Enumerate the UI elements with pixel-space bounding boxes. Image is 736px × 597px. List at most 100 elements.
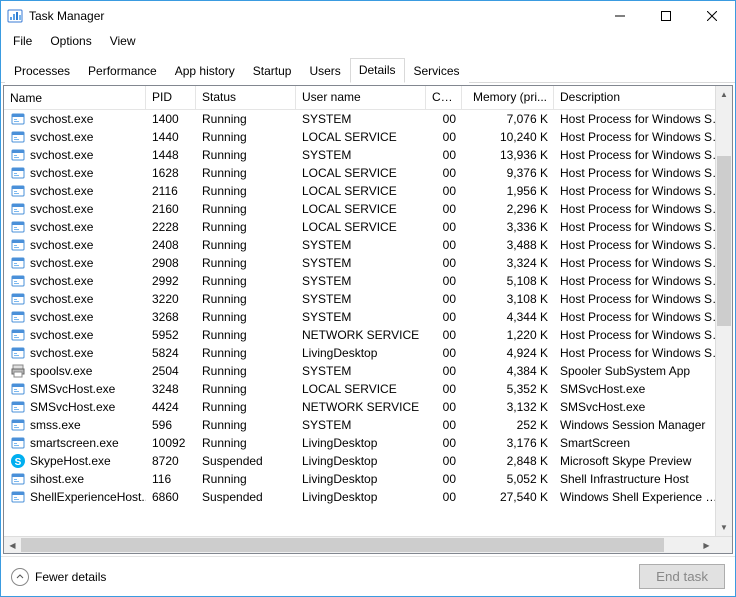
details-grid: Name PID Status User name CPU Memory (pr…	[4, 86, 732, 536]
header-name[interactable]: Name	[4, 86, 146, 109]
table-row[interactable]: svchost.exe2228RunningLOCAL SERVICE003,3…	[4, 218, 732, 236]
menu-view[interactable]: View	[102, 32, 144, 50]
process-user: SYSTEM	[296, 147, 426, 163]
header-memory[interactable]: Memory (pri...	[462, 86, 554, 109]
process-name: svchost.exe	[30, 310, 93, 324]
process-icon	[10, 291, 26, 307]
process-memory: 2,296 K	[462, 201, 554, 217]
table-row[interactable]: smss.exe596RunningSYSTEM00252 KWindows S…	[4, 416, 732, 434]
table-row[interactable]: SSkypeHost.exe8720SuspendedLivingDesktop…	[4, 452, 732, 470]
tab-startup[interactable]: Startup	[244, 59, 301, 83]
table-row[interactable]: svchost.exe3268RunningSYSTEM004,344 KHos…	[4, 308, 732, 326]
scroll-up-icon[interactable]: ▲	[716, 86, 732, 103]
process-icon	[10, 201, 26, 217]
process-user: SYSTEM	[296, 273, 426, 289]
fewer-details-label: Fewer details	[35, 570, 106, 584]
process-description: Host Process for Windows Serv	[554, 165, 732, 181]
table-row[interactable]: SMSvcHost.exe4424RunningNETWORK SERVICE0…	[4, 398, 732, 416]
process-user: NETWORK SERVICE	[296, 327, 426, 343]
app-icon	[7, 8, 23, 24]
svg-text:S: S	[15, 457, 22, 468]
menu-file[interactable]: File	[5, 32, 40, 50]
table-row[interactable]: svchost.exe1448RunningSYSTEM0013,936 KHo…	[4, 146, 732, 164]
table-row[interactable]: svchost.exe1400RunningSYSTEM007,076 KHos…	[4, 110, 732, 128]
process-pid: 5824	[146, 345, 196, 361]
table-row[interactable]: svchost.exe1628RunningLOCAL SERVICE009,3…	[4, 164, 732, 182]
process-user: LivingDesktop	[296, 345, 426, 361]
vscroll-thumb[interactable]	[717, 156, 731, 326]
table-row[interactable]: svchost.exe3220RunningSYSTEM003,108 KHos…	[4, 290, 732, 308]
tab-app-history[interactable]: App history	[166, 59, 244, 83]
table-row[interactable]: svchost.exe2992RunningSYSTEM005,108 KHos…	[4, 272, 732, 290]
vertical-scrollbar[interactable]: ▲ ▼	[715, 86, 732, 536]
process-memory: 5,108 K	[462, 273, 554, 289]
process-cpu: 00	[426, 183, 462, 199]
title-bar: Task Manager	[1, 1, 735, 31]
header-user[interactable]: User name	[296, 86, 426, 109]
maximize-button[interactable]	[643, 1, 689, 31]
process-memory: 4,924 K	[462, 345, 554, 361]
process-cpu: 00	[426, 417, 462, 433]
table-row[interactable]: spoolsv.exe2504RunningSYSTEM004,384 KSpo…	[4, 362, 732, 380]
table-row[interactable]: smartscreen.exe10092RunningLivingDesktop…	[4, 434, 732, 452]
scroll-right-icon[interactable]: ▶	[698, 537, 715, 554]
process-icon	[10, 255, 26, 271]
process-description: Host Process for Windows Serv	[554, 129, 732, 145]
process-icon	[10, 381, 26, 397]
header-pid[interactable]: PID	[146, 86, 196, 109]
process-pid: 3220	[146, 291, 196, 307]
process-user: LOCAL SERVICE	[296, 165, 426, 181]
process-status: Running	[196, 417, 296, 433]
process-status: Running	[196, 201, 296, 217]
process-icon	[10, 129, 26, 145]
header-description[interactable]: Description	[554, 86, 732, 109]
process-description: Host Process for Windows Serv	[554, 273, 732, 289]
table-row[interactable]: svchost.exe2116RunningLOCAL SERVICE001,9…	[4, 182, 732, 200]
tab-users[interactable]: Users	[300, 59, 349, 83]
header-cpu[interactable]: CPU	[426, 86, 462, 109]
end-task-button[interactable]: End task	[639, 564, 725, 589]
table-row[interactable]: SMSvcHost.exe3248RunningLOCAL SERVICE005…	[4, 380, 732, 398]
table-row[interactable]: sihost.exe116RunningLivingDesktop005,052…	[4, 470, 732, 488]
process-status: Running	[196, 255, 296, 271]
horizontal-scrollbar[interactable]: ◀ ▶	[4, 536, 732, 553]
tab-services[interactable]: Services	[405, 59, 469, 83]
process-status: Running	[196, 219, 296, 235]
table-row[interactable]: svchost.exe5952RunningNETWORK SERVICE001…	[4, 326, 732, 344]
process-pid: 1440	[146, 129, 196, 145]
process-status: Running	[196, 183, 296, 199]
fewer-details-toggle[interactable]: Fewer details	[11, 568, 106, 586]
process-user: LivingDesktop	[296, 435, 426, 451]
process-name: spoolsv.exe	[30, 364, 92, 378]
menu-options[interactable]: Options	[42, 32, 99, 50]
minimize-button[interactable]	[597, 1, 643, 31]
process-icon: S	[10, 453, 26, 469]
process-status: Running	[196, 165, 296, 181]
tab-performance[interactable]: Performance	[79, 59, 166, 83]
scroll-down-icon[interactable]: ▼	[716, 519, 732, 536]
process-pid: 2908	[146, 255, 196, 271]
table-row[interactable]: ShellExperienceHost....6860SuspendedLivi…	[4, 488, 732, 506]
process-cpu: 00	[426, 399, 462, 415]
tab-processes[interactable]: Processes	[5, 59, 79, 83]
table-row[interactable]: svchost.exe1440RunningLOCAL SERVICE0010,…	[4, 128, 732, 146]
process-memory: 5,052 K	[462, 471, 554, 487]
process-name: SkypeHost.exe	[30, 454, 111, 468]
scroll-left-icon[interactable]: ◀	[4, 537, 21, 554]
tab-details[interactable]: Details	[350, 58, 405, 83]
table-row[interactable]: svchost.exe5824RunningLivingDesktop004,9…	[4, 344, 732, 362]
process-pid: 10092	[146, 435, 196, 451]
process-pid: 2408	[146, 237, 196, 253]
process-memory: 9,376 K	[462, 165, 554, 181]
process-description: Host Process for Windows Serv	[554, 201, 732, 217]
table-row[interactable]: svchost.exe2908RunningSYSTEM003,324 KHos…	[4, 254, 732, 272]
table-row[interactable]: svchost.exe2160RunningLOCAL SERVICE002,2…	[4, 200, 732, 218]
process-cpu: 00	[426, 165, 462, 181]
process-user: SYSTEM	[296, 363, 426, 379]
close-button[interactable]	[689, 1, 735, 31]
process-name: svchost.exe	[30, 184, 93, 198]
hscroll-thumb[interactable]	[21, 538, 664, 552]
process-icon	[10, 363, 26, 379]
table-row[interactable]: svchost.exe2408RunningSYSTEM003,488 KHos…	[4, 236, 732, 254]
header-status[interactable]: Status	[196, 86, 296, 109]
